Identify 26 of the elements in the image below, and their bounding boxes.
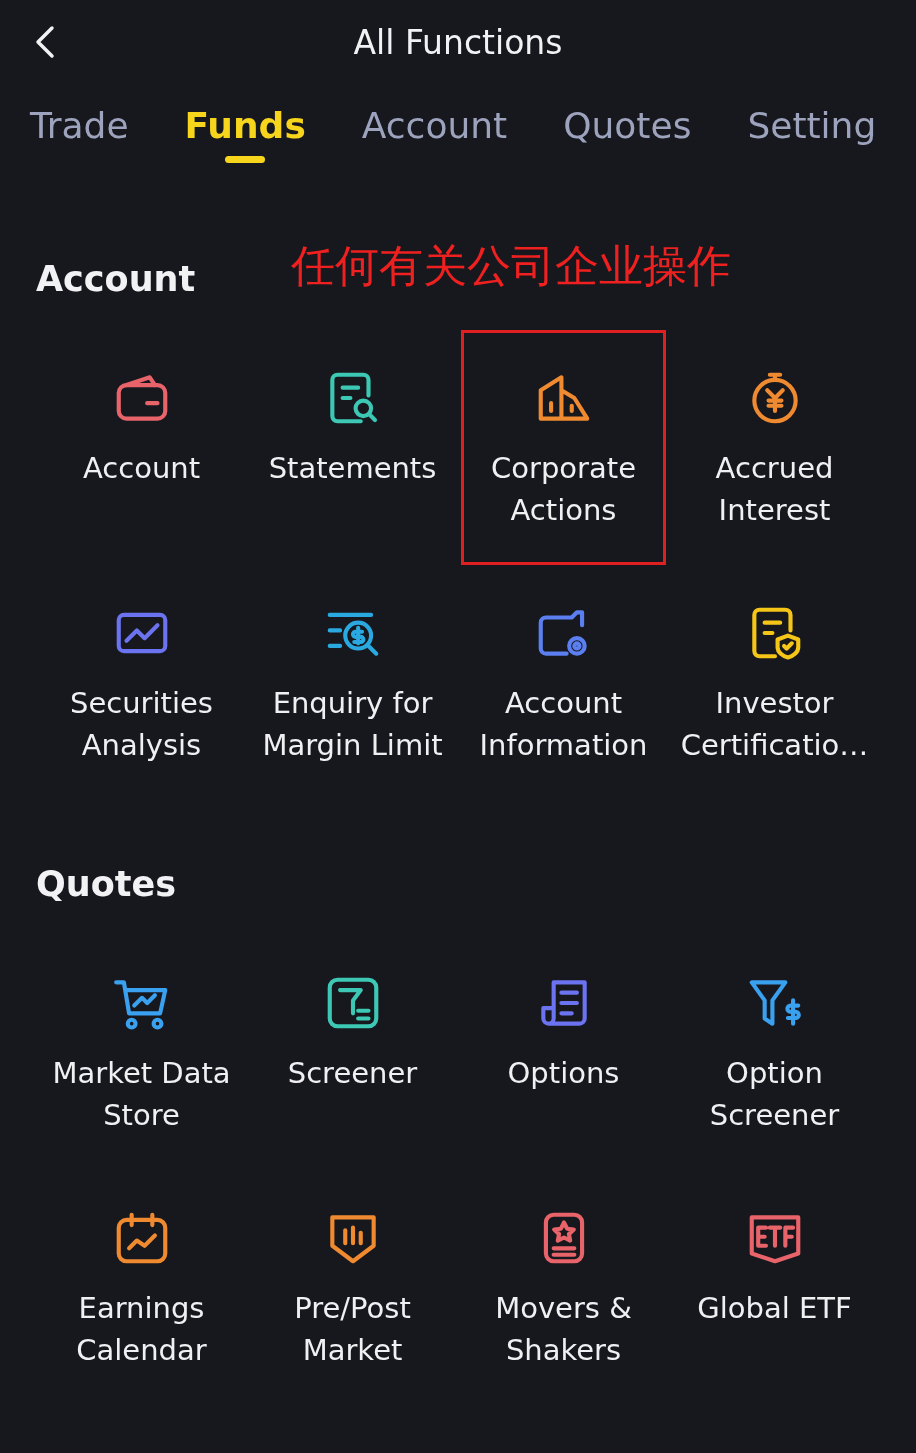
tab[interactable]: Quotes [563,105,692,195]
tab[interactable]: Setting [747,105,877,195]
function-item[interactable]: Account [39,330,244,565]
function-item[interactable]: Screener [250,935,455,1170]
function-item[interactable]: Pre/Post Market [250,1170,455,1405]
section-title: Quotes [36,864,177,904]
function-item[interactable]: Account Information [461,565,666,800]
function-item[interactable]: Statements [250,330,455,565]
function-item[interactable]: Investor Certificatio… [672,565,877,800]
function-item[interactable]: Market Data Store [39,935,244,1170]
function-item[interactable]: Earnings Calendar [39,1170,244,1405]
function-item[interactable]: Enquiry for Margin Limit [250,565,455,800]
tab[interactable]: Funds [184,105,306,195]
function-item[interactable]: Accrued Interest [672,330,877,565]
function-item[interactable]: Options [461,935,666,1170]
highlight-frame[interactable]: Corporate Actions [461,330,666,565]
tab-underline [225,156,266,163]
section-title: Account [36,259,196,299]
function-item[interactable]: Global ETF [672,1170,877,1405]
tab[interactable]: Trade [30,105,129,195]
annotation-text: 任何有关公司企业操作 [291,238,732,293]
function-item[interactable]: Movers & Shakers [461,1170,666,1405]
page-title: All Functions [353,23,563,62]
function-item[interactable]: Securities Analysis [39,565,244,800]
tab[interactable]: Account [361,105,508,195]
function-item[interactable]: Option Screener [672,935,877,1170]
